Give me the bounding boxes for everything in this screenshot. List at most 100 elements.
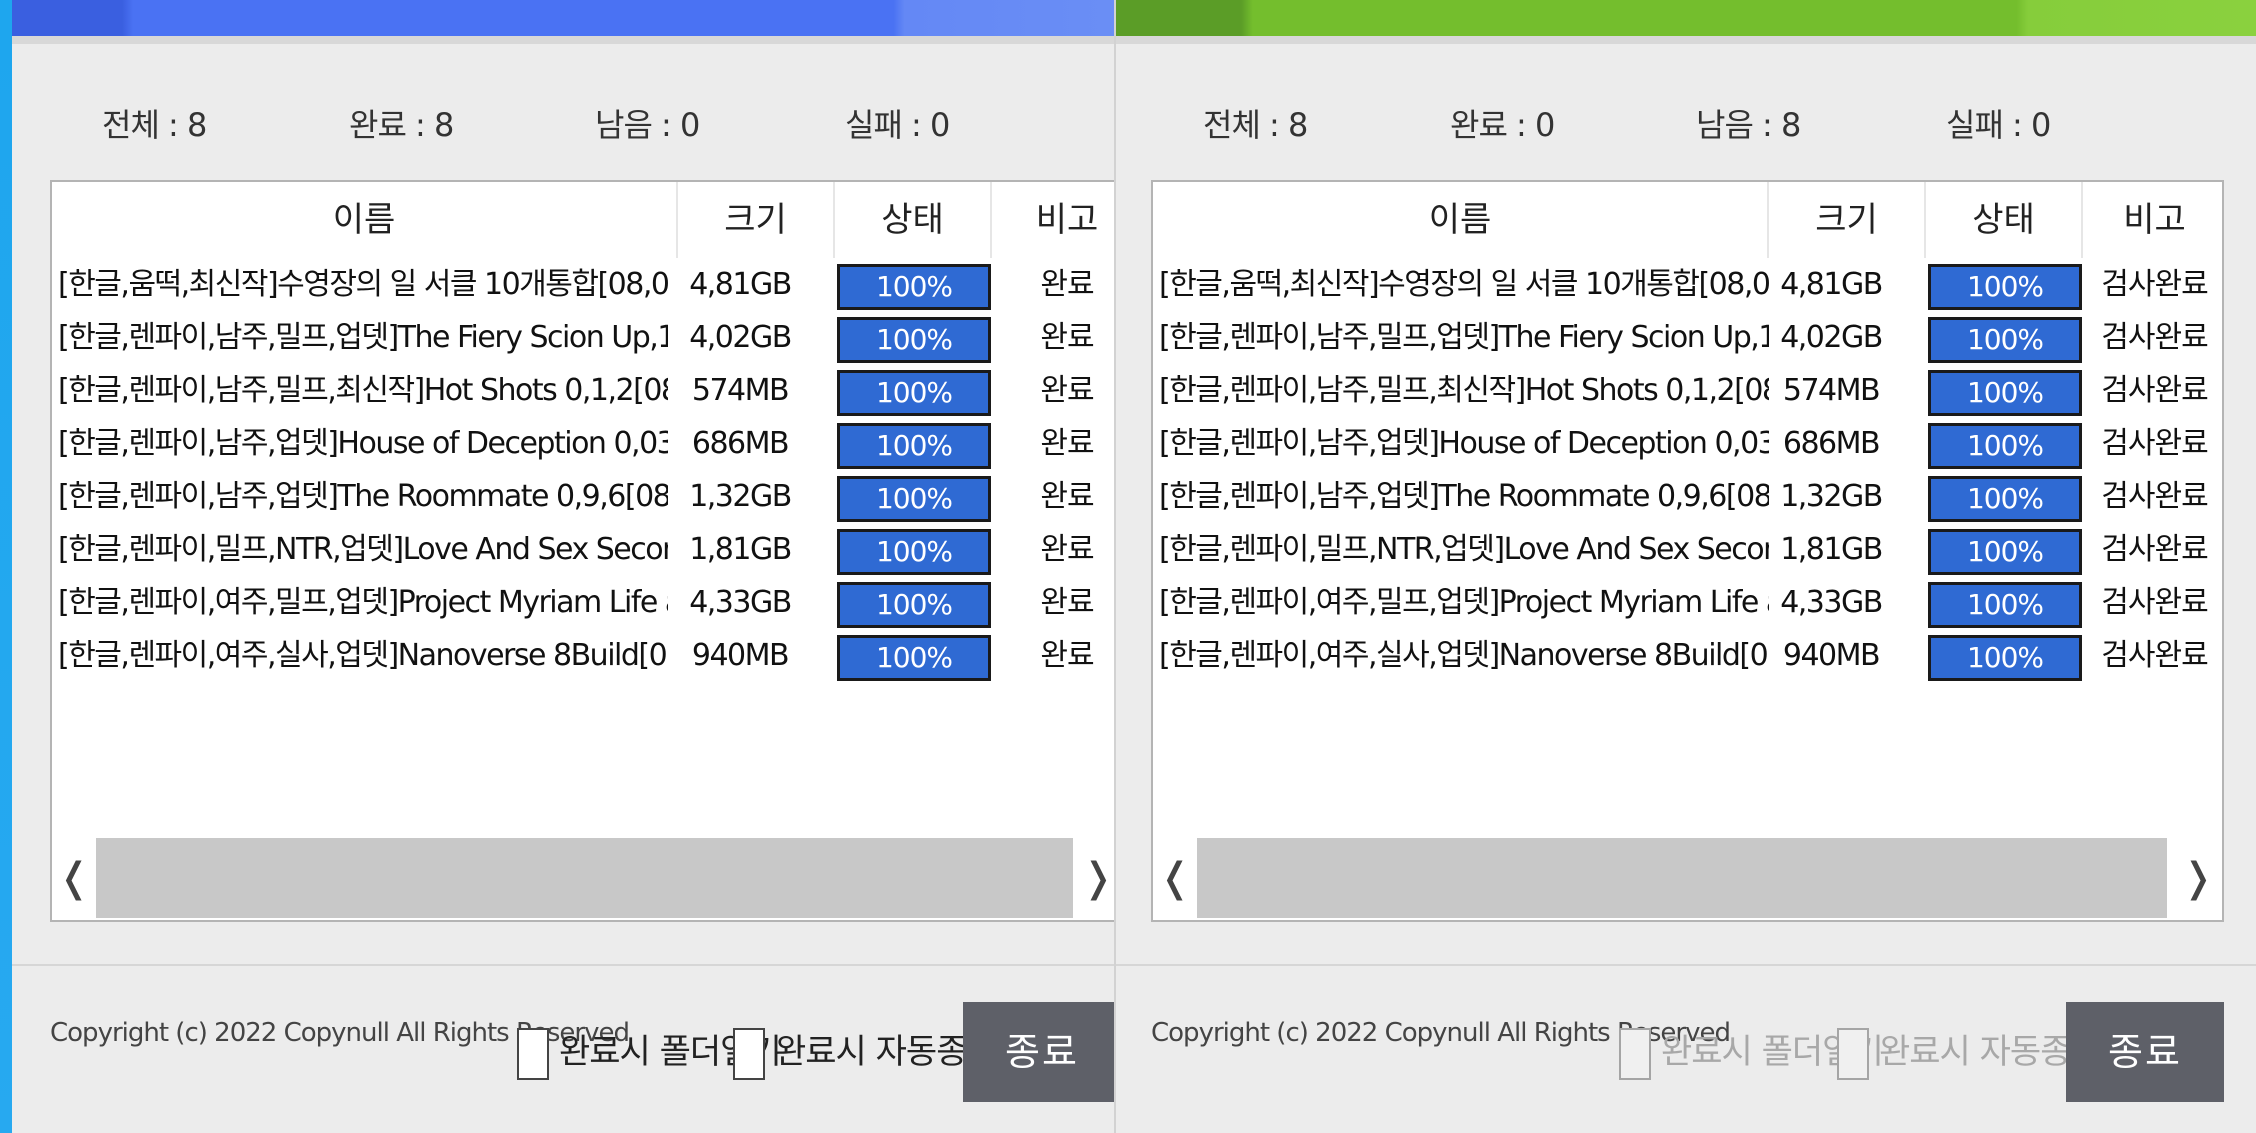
file-size: 686MB (1782, 426, 1881, 461)
file-size: 574MB (1782, 373, 1881, 408)
file-row[interactable]: [한글,움떡,최신작]수영장의 일 서클 10개통합[08,06],zip,ez… (1153, 258, 2222, 311)
horizontal-scrollbar[interactable]: ❬ ❭ (52, 838, 1114, 918)
progress-text: 100% (875, 535, 953, 568)
column-header-size[interactable]: 크기 (1769, 182, 1926, 258)
file-row[interactable]: [한글,렌파이,남주,밀프,업뎃]The Fiery Scion Up,10[0… (52, 311, 1114, 364)
progress-bar: 100% (1928, 423, 2082, 469)
file-row[interactable]: [한글,렌파이,여주,실사,업뎃]Nanoverse 8Build[08,06]… (1153, 629, 2222, 682)
file-name: [한글,렌파이,밀프,NTR,업뎃]Love And Sex Second Ba… (1159, 532, 1769, 567)
file-row[interactable]: [한글,렌파이,남주,업뎃]House of Deception 0,03[08… (1153, 417, 2222, 470)
verify-panel: 전체 : 8 완료 : 0 남음 : 8 실패 : 0 이름 크기 상태 비고 … (1114, 0, 2256, 1133)
file-note: 완료 (1040, 638, 1094, 673)
progress-text: 100% (1966, 429, 2044, 462)
progress-text: 100% (875, 588, 953, 621)
title-bar[interactable] (12, 0, 1114, 36)
file-row[interactable]: [한글,렌파이,밀프,NTR,업뎃]Love And Sex Second Ba… (52, 523, 1114, 576)
column-header-note[interactable]: 비고 (992, 182, 1114, 258)
file-row[interactable]: [한글,렌파이,여주,밀프,업뎃]Project Myriam Life and… (52, 576, 1114, 629)
file-note: 검사완료 (2101, 426, 2208, 461)
file-note: 검사완료 (2101, 320, 2208, 355)
progress-text: 100% (1966, 482, 2044, 515)
progress-bar: 100% (1928, 317, 2082, 363)
column-header-status[interactable]: 상태 (1926, 182, 2083, 258)
progress-bar: 100% (837, 423, 991, 469)
auto-exit-option[interactable]: 완료시 자동종료 (733, 1024, 998, 1084)
column-header-size[interactable]: 크기 (678, 182, 835, 258)
file-name: [한글,렌파이,남주,업뎃]House of Deception 0,03[08… (1159, 426, 1769, 461)
scrollbar-thumb[interactable] (96, 838, 1073, 918)
file-name: [한글,움떡,최신작]수영장의 일 서클 10개통합[08,06],zip,ez… (58, 267, 668, 302)
column-header-note[interactable]: 비고 (2083, 182, 2222, 258)
stats-bar: 전체 : 8 완료 : 8 남음 : 0 실패 : 0 (12, 100, 1114, 148)
progress-bar: 100% (837, 635, 991, 681)
progress-bar: 100% (1928, 476, 2082, 522)
file-list[interactable]: 이름 크기 상태 비고 [한글,움떡,최신작]수영장의 일 서클 10개통합[0… (50, 180, 1114, 922)
footer-divider (1116, 964, 2256, 966)
file-row[interactable]: [한글,렌파이,남주,밀프,최신작]Hot Shots 0,1,2[08,06]… (1153, 364, 2222, 417)
title-bar-divider (12, 36, 1114, 44)
file-name: [한글,렌파이,남주,업뎃]House of Deception 0,03[08… (58, 426, 668, 461)
file-row[interactable]: [한글,렌파이,남주,밀프,최신작]Hot Shots 0,1,2[08,06]… (52, 364, 1114, 417)
footer-divider (12, 964, 1114, 966)
stat-remaining: 남음 : 0 (595, 106, 700, 144)
stats-bar: 전체 : 8 완료 : 0 남음 : 8 실패 : 0 (1116, 100, 2256, 148)
file-note: 완료 (1040, 479, 1094, 514)
window-edge (0, 0, 12, 1133)
file-row[interactable]: [한글,렌파이,남주,업뎃]House of Deception 0,03[08… (52, 417, 1114, 470)
file-note: 검사완료 (2101, 532, 2208, 567)
file-row[interactable]: [한글,렌파이,여주,밀프,업뎃]Project Myriam Life and… (1153, 576, 2222, 629)
file-size: 574MB (691, 373, 790, 408)
file-note: 검사완료 (2101, 638, 2208, 673)
scrollbar-thumb[interactable] (1197, 838, 2167, 918)
progress-bar: 100% (1928, 582, 2082, 628)
progress-text: 100% (875, 641, 953, 674)
file-note: 검사완료 (2101, 585, 2208, 620)
file-name: [한글,렌파이,남주,업뎃]The Roommate 0,9,6[08,06],… (1159, 479, 1769, 514)
close-button[interactable]: 종료 (2066, 1002, 2224, 1102)
stat-failed: 실패 : 0 (845, 106, 950, 144)
progress-text: 100% (875, 482, 953, 515)
progress-bar: 100% (837, 264, 991, 310)
title-bar[interactable] (1116, 0, 2256, 36)
file-list[interactable]: 이름 크기 상태 비고 [한글,움떡,최신작]수영장의 일 서클 10개통합[0… (1151, 180, 2224, 922)
stat-done: 완료 : 8 (349, 106, 454, 144)
title-bar-divider (1116, 36, 2256, 44)
scroll-right-button[interactable]: ❭ (1076, 838, 1114, 918)
file-name: [한글,렌파이,남주,밀프,업뎃]The Fiery Scion Up,10[0… (58, 320, 668, 355)
file-size: 4,81GB (689, 267, 792, 302)
file-note: 검사완료 (2101, 267, 2208, 302)
file-row[interactable]: [한글,렌파이,남주,업뎃]The Roommate 0,9,6[08,06],… (1153, 470, 2222, 523)
progress-text: 100% (1966, 323, 2044, 356)
file-note: 검사완료 (2101, 373, 2208, 408)
open-folder-option[interactable]: 완료시 폴더열기 (517, 1024, 782, 1084)
open-folder-checkbox[interactable] (517, 1028, 549, 1080)
progress-bar: 100% (837, 529, 991, 575)
stat-remaining: 남음 : 8 (1696, 106, 1801, 144)
close-button[interactable]: 종료 (963, 1002, 1114, 1102)
file-note: 검사완료 (2101, 479, 2208, 514)
scroll-left-button[interactable]: ❬ (1153, 838, 1197, 918)
file-size: 940MB (691, 638, 790, 673)
scroll-right-button[interactable]: ❭ (2176, 838, 2220, 918)
file-size: 1,32GB (1780, 479, 1883, 514)
progress-text: 100% (1966, 588, 2044, 621)
file-row[interactable]: [한글,렌파이,남주,업뎃]The Roommate 0,9,6[08,06],… (52, 470, 1114, 523)
file-row[interactable]: [한글,렌파이,여주,실사,업뎃]Nanoverse 8Build[08,06]… (52, 629, 1114, 682)
column-header-name[interactable]: 이름 (1153, 182, 1769, 258)
file-size: 4,81GB (1780, 267, 1883, 302)
column-header-status[interactable]: 상태 (835, 182, 992, 258)
file-note: 완료 (1040, 585, 1094, 620)
progress-text: 100% (875, 270, 953, 303)
stat-total: 전체 : 8 (102, 106, 207, 144)
list-header: 이름 크기 상태 비고 (52, 182, 1114, 258)
horizontal-scrollbar[interactable]: ❬ ❭ (1153, 838, 2222, 918)
progress-bar: 100% (837, 317, 991, 363)
auto-exit-checkbox (1837, 1028, 1869, 1080)
column-header-name[interactable]: 이름 (52, 182, 678, 258)
file-row[interactable]: [한글,움떡,최신작]수영장의 일 서클 10개통합[08,06],zip,ez… (52, 258, 1114, 311)
file-row[interactable]: [한글,렌파이,밀프,NTR,업뎃]Love And Sex Second Ba… (1153, 523, 2222, 576)
scroll-left-button[interactable]: ❬ (52, 838, 96, 918)
file-row[interactable]: [한글,렌파이,남주,밀프,업뎃]The Fiery Scion Up,10[0… (1153, 311, 2222, 364)
auto-exit-checkbox[interactable] (733, 1028, 765, 1080)
file-name: [한글,렌파이,남주,밀프,최신작]Hot Shots 0,1,2[08,06]… (58, 373, 668, 408)
